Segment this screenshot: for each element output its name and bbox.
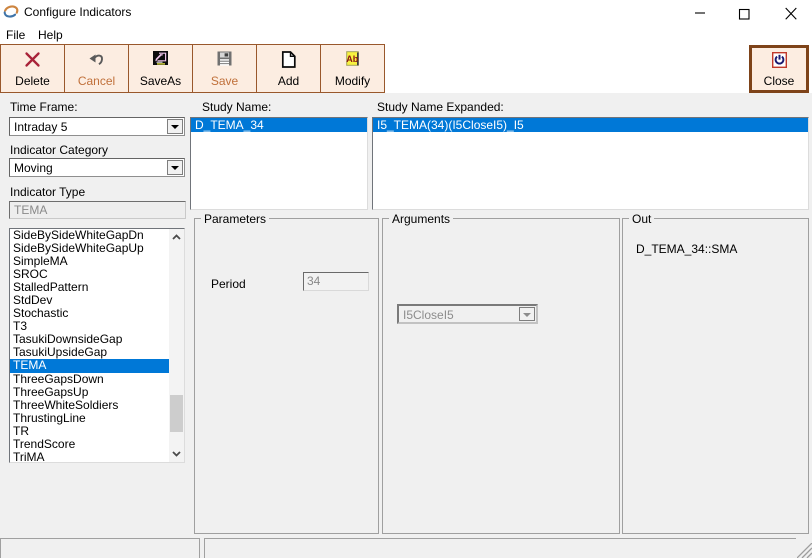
- svg-text:Ab: Ab: [346, 54, 358, 64]
